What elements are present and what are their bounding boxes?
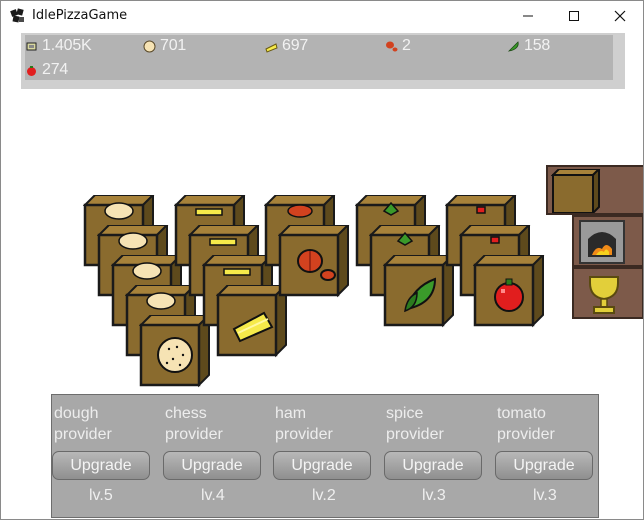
resource-value: 2 bbox=[402, 37, 411, 54]
resource-ham: 2 bbox=[385, 37, 411, 55]
provider-level: lv.2 bbox=[312, 487, 336, 504]
crate-tool[interactable] bbox=[546, 165, 643, 215]
maximize-button[interactable] bbox=[551, 1, 597, 31]
upgrade-button-chess[interactable]: Upgrade bbox=[163, 451, 261, 480]
resource-cheese: 697 bbox=[265, 37, 308, 55]
provider-label: ham provider bbox=[275, 403, 333, 445]
oven-icon bbox=[579, 220, 625, 264]
minimize-button[interactable] bbox=[505, 1, 551, 31]
provider-level: lv.4 bbox=[201, 487, 225, 504]
upgrade-button-ham[interactable]: Upgrade bbox=[273, 451, 371, 480]
resource-tomato: 274 bbox=[25, 61, 68, 79]
provider-level: lv.3 bbox=[533, 487, 557, 504]
money-icon bbox=[26, 42, 37, 50]
trophy-icon bbox=[589, 276, 619, 314]
provider-name: dough bbox=[54, 405, 99, 422]
tomato-crate bbox=[473, 255, 545, 329]
ham-icon bbox=[386, 41, 398, 51]
resource-value: 158 bbox=[524, 37, 551, 54]
resource-value: 274 bbox=[42, 61, 69, 78]
upgrade-button-dough[interactable]: Upgrade bbox=[52, 451, 150, 480]
resource-value: 697 bbox=[282, 37, 309, 54]
provider-label: dough provider bbox=[54, 403, 112, 445]
provider-level: lv.3 bbox=[422, 487, 446, 504]
dough-icon bbox=[143, 40, 156, 52]
trophy-tool[interactable] bbox=[572, 267, 643, 319]
provider-name: chess bbox=[165, 405, 207, 422]
resource-money: 1.405K bbox=[25, 37, 92, 55]
provider-suffix: provider bbox=[165, 426, 223, 443]
cheese-icon bbox=[265, 42, 278, 53]
resource-value: 1.405K bbox=[42, 37, 92, 54]
dough-crate bbox=[139, 315, 211, 389]
provider-suffix: provider bbox=[54, 426, 112, 443]
upgrade-button-tomato[interactable]: Upgrade bbox=[495, 451, 593, 480]
box-icon bbox=[551, 169, 601, 213]
resource-bar-inner: 1.405K 701 697 2 158 274 bbox=[25, 35, 613, 80]
close-button[interactable] bbox=[597, 1, 643, 31]
title-bar: IdlePizzaGame bbox=[1, 1, 643, 31]
provider-suffix: provider bbox=[275, 426, 333, 443]
upgrade-button-spice[interactable]: Upgrade bbox=[384, 451, 482, 480]
ham-crate bbox=[278, 225, 350, 299]
provider-name: spice bbox=[386, 405, 424, 422]
provider-label: spice provider bbox=[386, 403, 444, 445]
provider-suffix: provider bbox=[497, 426, 555, 443]
provider-label: tomato provider bbox=[497, 403, 555, 445]
minimize-icon bbox=[523, 15, 533, 17]
close-icon bbox=[614, 10, 626, 22]
provider-name: ham bbox=[275, 405, 307, 422]
oven-tool[interactable] bbox=[572, 215, 643, 267]
game-window: IdlePizzaGame 1.405K 701 697 2 158 274 d… bbox=[0, 0, 644, 520]
maximize-icon bbox=[569, 11, 579, 21]
provider-suffix: provider bbox=[386, 426, 444, 443]
app-icon bbox=[10, 8, 26, 24]
resource-value: 701 bbox=[160, 37, 187, 54]
resource-spice: 158 bbox=[507, 37, 550, 55]
window-title: IdlePizzaGame bbox=[32, 8, 128, 23]
provider-level: lv.5 bbox=[89, 487, 113, 504]
resource-dough: 701 bbox=[143, 37, 186, 55]
provider-name: tomato bbox=[497, 405, 546, 422]
spice-icon bbox=[507, 40, 519, 52]
provider-label: chess provider bbox=[165, 403, 223, 445]
tomato-icon bbox=[27, 65, 36, 76]
